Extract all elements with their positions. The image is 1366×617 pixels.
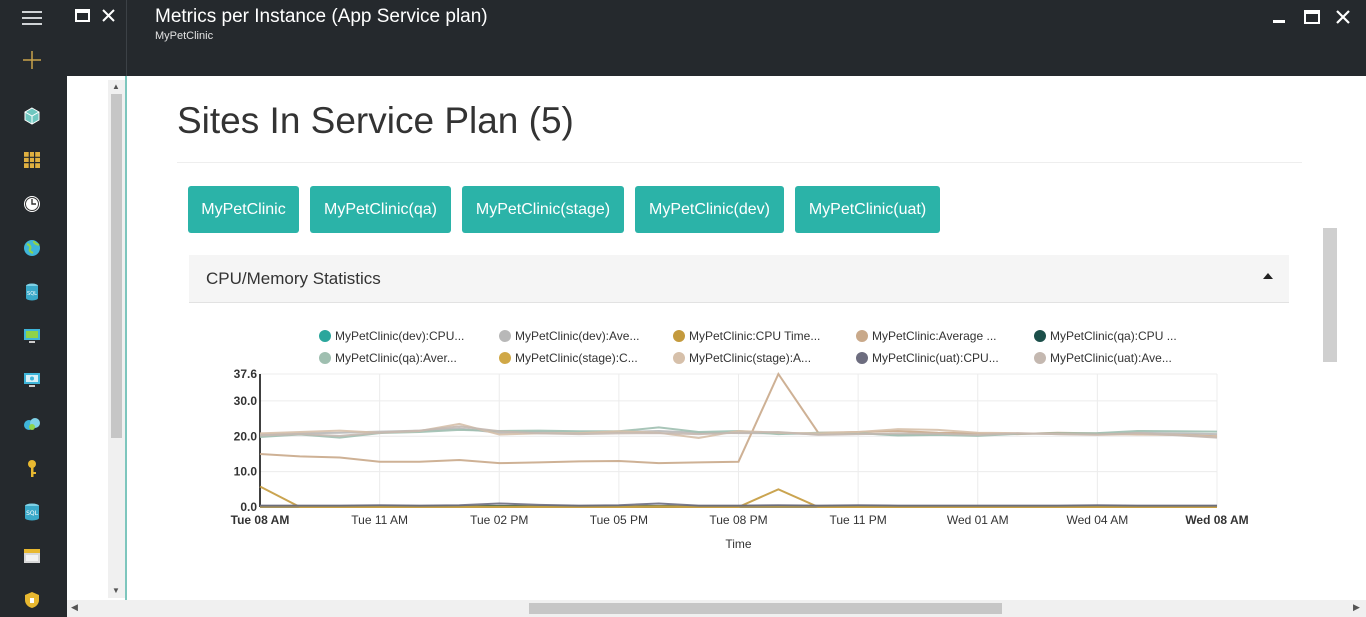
legend-swatch — [856, 352, 868, 364]
legend-swatch — [499, 352, 511, 364]
y-tick-label: 20.0 — [234, 429, 258, 443]
x-tick-label: Tue 11 PM — [829, 513, 886, 527]
scroll-right-arrow-icon[interactable]: ▶ — [1353, 602, 1360, 613]
x-tick-label: Wed 08 AM — [1185, 513, 1248, 527]
legend-entry: MyPetClinic(uat):Ave... — [1050, 351, 1172, 365]
legend-entry: MyPetClinic(stage):A... — [689, 351, 811, 365]
y-tick-label: 37.6 — [234, 367, 258, 381]
x-tick-label: Tue 11 AM — [351, 513, 408, 527]
y-tick-label: 0.0 — [240, 500, 257, 514]
horizontal-scrollbar[interactable]: ◀ ▶ — [67, 600, 1366, 617]
legend-entry: MyPetClinic(qa):Aver... — [335, 351, 457, 365]
y-tick-label: 30.0 — [234, 394, 258, 408]
legend-entry: MyPetClinic:Average ... — [872, 329, 997, 343]
x-tick-label: Tue 05 PM — [590, 513, 648, 527]
legend-entry: MyPetClinic:CPU Time... — [689, 329, 820, 343]
x-axis-title: Time — [725, 537, 752, 551]
legend-swatch — [319, 352, 331, 364]
cpu-memory-chart: 0.0 10.0 20.0 30.0 37.6 Tue 08 AM Tue 11 AM Tue… — [231, 329, 1249, 551]
legend-swatch — [499, 330, 511, 342]
x-tick-label: Tue 08 PM — [709, 513, 767, 527]
legend-entry: MyPetClinic(dev):Ave... — [515, 329, 639, 343]
legend-entry: MyPetClinic(stage):C... — [515, 351, 638, 365]
legend-entry: MyPetClinic(uat):CPU... — [872, 351, 999, 365]
legend-swatch — [673, 352, 685, 364]
legend-swatch — [856, 330, 868, 342]
x-tick-label: Tue 08 AM — [231, 513, 290, 527]
legend-entry: MyPetClinic(qa):CPU ... — [1050, 329, 1177, 343]
legend-swatch — [319, 330, 331, 342]
legend-swatch — [1034, 352, 1046, 364]
x-tick-label: Tue 02 PM — [470, 513, 528, 527]
x-tick-label: Wed 04 AM — [1066, 513, 1128, 527]
legend-swatch — [1034, 330, 1046, 342]
legend-swatch — [673, 330, 685, 342]
app-window: SQL SQL ▲ ▼ Metrics per Instance (App Se… — [0, 0, 1366, 617]
x-tick-label: Wed 01 AM — [947, 513, 1009, 527]
scroll-left-arrow-icon[interactable]: ◀ — [71, 602, 78, 613]
y-tick-label: 10.0 — [234, 465, 258, 479]
legend-entry: MyPetClinic(dev):CPU... — [335, 329, 464, 343]
horizontal-scrollbar-thumb[interactable] — [529, 603, 1002, 614]
